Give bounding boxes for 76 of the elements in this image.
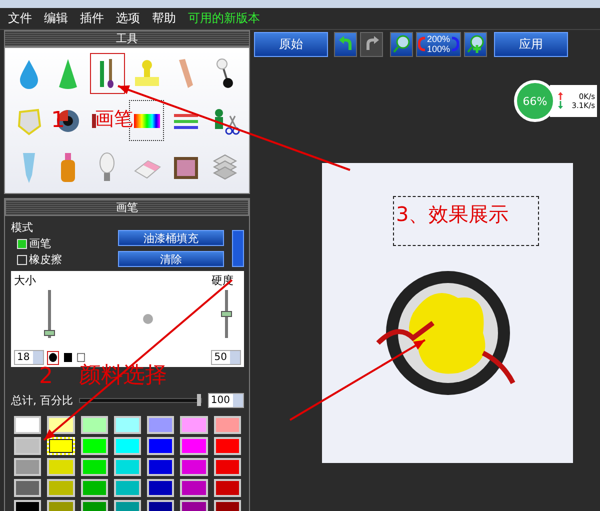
panel-title: 画笔	[5, 199, 249, 216]
zoom-level-text: 200%	[427, 34, 450, 44]
total-percent-label: 总计, 百分比	[11, 393, 73, 408]
redo-icon	[364, 36, 380, 52]
size-spinbox[interactable]: 18	[14, 350, 44, 365]
usage-circle: 66%	[514, 80, 556, 122]
color-swatch[interactable]	[180, 479, 208, 497]
up-arrow-icon	[558, 92, 563, 100]
color-swatch[interactable]	[80, 458, 108, 476]
color-swatch[interactable]	[14, 458, 42, 476]
zoom-in-icon	[466, 35, 485, 53]
brush-shape-button[interactable]	[62, 350, 74, 364]
magnifier-icon	[392, 35, 410, 53]
color-swatch[interactable]	[214, 416, 241, 434]
mode-radio[interactable]: 橡皮擦	[11, 252, 110, 267]
color-swatch[interactable]	[147, 458, 174, 476]
color-swatch[interactable]	[180, 437, 208, 455]
color-swatch[interactable]	[180, 416, 208, 434]
menu-item[interactable]: 编辑	[44, 10, 68, 27]
update-link[interactable]: 可用的新版本	[188, 10, 260, 27]
zoom-level-text: 100%	[427, 44, 450, 54]
color-swatch[interactable]	[114, 458, 142, 476]
action-button[interactable]: 清除	[118, 251, 224, 267]
undo-icon	[338, 36, 354, 52]
brush-dot-icon	[142, 313, 154, 325]
color-swatch[interactable]	[14, 479, 42, 497]
color-swatch[interactable]	[114, 416, 142, 434]
color-swatch[interactable]	[14, 416, 42, 434]
slider-thumb[interactable]	[220, 311, 232, 317]
color-swatch[interactable]	[147, 479, 174, 497]
zoom-toggle-button[interactable]: 200% 100%	[416, 32, 462, 56]
annotation-number: 1	[51, 110, 65, 132]
color-swatch[interactable]	[147, 416, 174, 434]
dotted-square-icon[interactable]	[76, 353, 85, 362]
brush-shape-button[interactable]	[46, 350, 59, 364]
slider-thumb[interactable]	[44, 330, 55, 336]
annotation-text: 3、效果展示	[393, 196, 539, 246]
color-swatch[interactable]	[80, 437, 108, 455]
color-swatch[interactable]	[80, 479, 108, 497]
mode-label: 模式	[11, 220, 34, 235]
zoom-in-button[interactable]	[464, 32, 488, 56]
down-arrow-icon	[558, 101, 563, 109]
apply-button[interactable]: 应用	[494, 32, 568, 56]
color-swatch[interactable]	[214, 479, 241, 497]
round-brush-icon	[48, 353, 57, 362]
square-brush-icon	[64, 353, 72, 362]
color-swatch[interactable]	[214, 437, 241, 455]
color-swatch[interactable]	[14, 437, 42, 455]
original-button[interactable]: 原始	[254, 32, 328, 56]
color-swatch[interactable]	[47, 458, 75, 476]
redo-button[interactable]	[360, 32, 383, 56]
size-label: 大小	[14, 273, 37, 288]
slider-thumb[interactable]	[196, 394, 201, 406]
color-swatch[interactable]	[80, 416, 108, 434]
size-toggle-button[interactable]	[232, 230, 244, 267]
undo-button[interactable]	[334, 32, 357, 56]
panel-title: 工具	[4, 30, 250, 47]
annotation-text: 画笔	[95, 110, 133, 129]
total-spinbox[interactable]: 100	[208, 393, 244, 408]
annotation-number: 2	[39, 366, 53, 388]
color-swatch[interactable]	[180, 458, 208, 476]
menu-item[interactable]: 帮助	[152, 10, 176, 27]
menu-item[interactable]: 文件	[8, 10, 32, 27]
color-swatch[interactable]	[147, 437, 174, 455]
mode-radio[interactable]: 画笔	[11, 236, 110, 251]
menu-item[interactable]: 选项	[116, 10, 140, 27]
action-button[interactable]: 油漆桶填充	[118, 230, 224, 246]
tool-button[interactable]	[90, 53, 125, 94]
color-swatch[interactable]	[114, 437, 142, 455]
zoom-out-button[interactable]	[390, 32, 413, 56]
swatch-icon	[92, 114, 96, 128]
hardness-spinbox[interactable]: 50	[211, 350, 241, 365]
color-swatch[interactable]	[214, 458, 241, 476]
color-swatch[interactable]	[47, 479, 75, 497]
color-swatch[interactable]	[114, 479, 142, 497]
menu-item[interactable]: 插件	[80, 10, 104, 27]
